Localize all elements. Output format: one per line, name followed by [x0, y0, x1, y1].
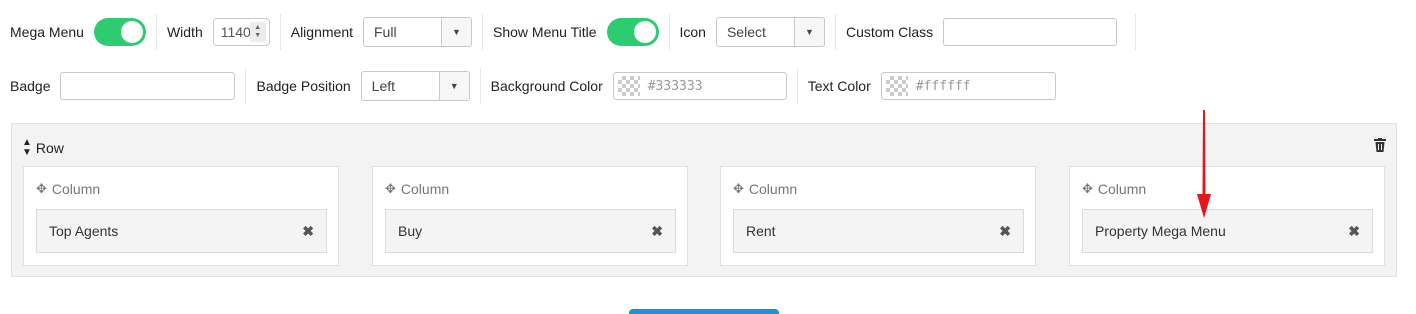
mega-menu-group: Mega Menu	[0, 14, 157, 50]
text-color-group: Text Color #ffffff	[798, 68, 1066, 104]
badge-position-value: Left	[371, 78, 396, 94]
remove-icon[interactable]: ✖	[1348, 223, 1360, 240]
icon-select[interactable]: Select ▼	[715, 17, 825, 47]
move-icon: ✥	[36, 181, 47, 196]
width-input[interactable]: 1140 ▲ ▼	[212, 18, 270, 46]
badge-position-select[interactable]: Left ▼	[360, 71, 470, 101]
text-color-value: #ffffff	[915, 78, 971, 94]
color-swatch-icon[interactable]	[885, 76, 908, 96]
remove-icon[interactable]: ✖	[651, 223, 663, 240]
alignment-value: Full	[374, 24, 397, 40]
column-label: Column	[1097, 181, 1147, 197]
chevron-down-icon: ▼	[793, 18, 824, 46]
menu-item-label: Rent	[746, 223, 776, 239]
settings-row-2: Badge Badge Position Left ▼ Background C…	[0, 68, 1066, 104]
alignment-group: Alignment Full ▼	[281, 14, 483, 50]
mega-menu-label: Mega Menu	[10, 24, 84, 40]
width-label: Width	[166, 24, 203, 40]
primary-button[interactable]	[629, 309, 779, 314]
mega-menu-toggle[interactable]	[93, 18, 146, 46]
background-color-group: Background Color #333333	[481, 68, 798, 104]
row-label: Row	[35, 140, 64, 156]
text-color-input[interactable]: #ffffff	[880, 72, 1056, 100]
alignment-label: Alignment	[290, 24, 353, 40]
annotation-arrow-icon	[1197, 110, 1211, 218]
chevron-down-icon: ▼	[441, 18, 471, 46]
menu-item[interactable]: Property Mega Menu ✖	[1082, 209, 1373, 253]
show-menu-title-label: Show Menu Title	[493, 24, 597, 40]
background-color-input[interactable]: #333333	[612, 72, 787, 100]
remove-icon[interactable]: ✖	[302, 223, 314, 240]
custom-class-label: Custom Class	[845, 24, 934, 40]
column-card[interactable]: ✥ Column Buy ✖	[372, 166, 688, 266]
row-panel: ▲ ▼ Row ✥ Column Top Agents ✖ ✥ Column Bu…	[11, 123, 1397, 277]
column-handle[interactable]: ✥ Column	[733, 181, 797, 197]
width-value: 1140	[220, 24, 251, 40]
badge-position-group: Badge Position Left ▼	[246, 68, 481, 104]
menu-item-label: Top Agents	[49, 223, 119, 239]
toggle-knob	[633, 21, 656, 43]
column-handle[interactable]: ✥ Column	[36, 181, 100, 197]
icon-group: Icon Select ▼	[670, 14, 836, 50]
settings-row-1: Mega Menu Width 1140 ▲ ▼ Alignment Full ▼…	[0, 14, 1137, 50]
menu-item[interactable]: Buy ✖	[385, 209, 676, 253]
alignment-select[interactable]: Full ▼	[363, 17, 472, 47]
show-menu-title-group: Show Menu Title	[483, 14, 670, 50]
width-group: Width 1140 ▲ ▼	[157, 14, 281, 50]
custom-class-group: Custom Class	[836, 14, 1137, 50]
menu-item[interactable]: Rent ✖	[733, 209, 1024, 253]
icon-label: Icon	[679, 24, 706, 40]
column-label: Column	[51, 181, 101, 197]
move-icon: ✥	[1082, 181, 1093, 196]
row-handle[interactable]: ▲ ▼ Row	[22, 138, 64, 158]
move-icon: ✥	[385, 181, 396, 196]
background-color-label: Background Color	[490, 78, 603, 94]
column-card[interactable]: ✥ Column Top Agents ✖	[23, 166, 339, 266]
column-label: Column	[748, 181, 798, 197]
spin-down-icon[interactable]: ▼	[254, 32, 261, 40]
sort-icon: ▲ ▼	[22, 137, 32, 158]
badge-group: Badge	[0, 68, 247, 104]
spin-up-icon[interactable]: ▲	[254, 24, 261, 32]
background-color-value: #333333	[647, 78, 703, 94]
column-card[interactable]: ✥ Column Rent ✖	[720, 166, 1036, 266]
custom-class-input[interactable]	[943, 18, 1118, 46]
icon-select-value: Select	[726, 24, 766, 40]
toggle-knob	[120, 21, 143, 43]
menu-item-label: Property Mega Menu	[1095, 223, 1226, 239]
badge-position-label: Badge Position	[256, 78, 351, 94]
remove-icon[interactable]: ✖	[999, 223, 1011, 240]
badge-input[interactable]	[60, 72, 236, 100]
column-card[interactable]: ✥ Column Property Mega Menu ✖	[1069, 166, 1385, 266]
color-swatch-icon[interactable]	[617, 76, 640, 96]
text-color-label: Text Color	[807, 78, 871, 94]
menu-item[interactable]: Top Agents ✖	[36, 209, 327, 253]
column-handle[interactable]: ✥ Column	[1082, 181, 1146, 197]
show-menu-title-toggle[interactable]	[606, 18, 659, 46]
column-label: Column	[400, 181, 450, 197]
column-handle[interactable]: ✥ Column	[385, 181, 449, 197]
trash-icon[interactable]	[1374, 138, 1386, 152]
width-spinner[interactable]: ▲ ▼	[249, 22, 266, 42]
move-icon: ✥	[733, 181, 744, 196]
menu-item-label: Buy	[398, 223, 423, 239]
badge-label: Badge	[10, 78, 51, 94]
chevron-down-icon: ▼	[438, 72, 469, 100]
